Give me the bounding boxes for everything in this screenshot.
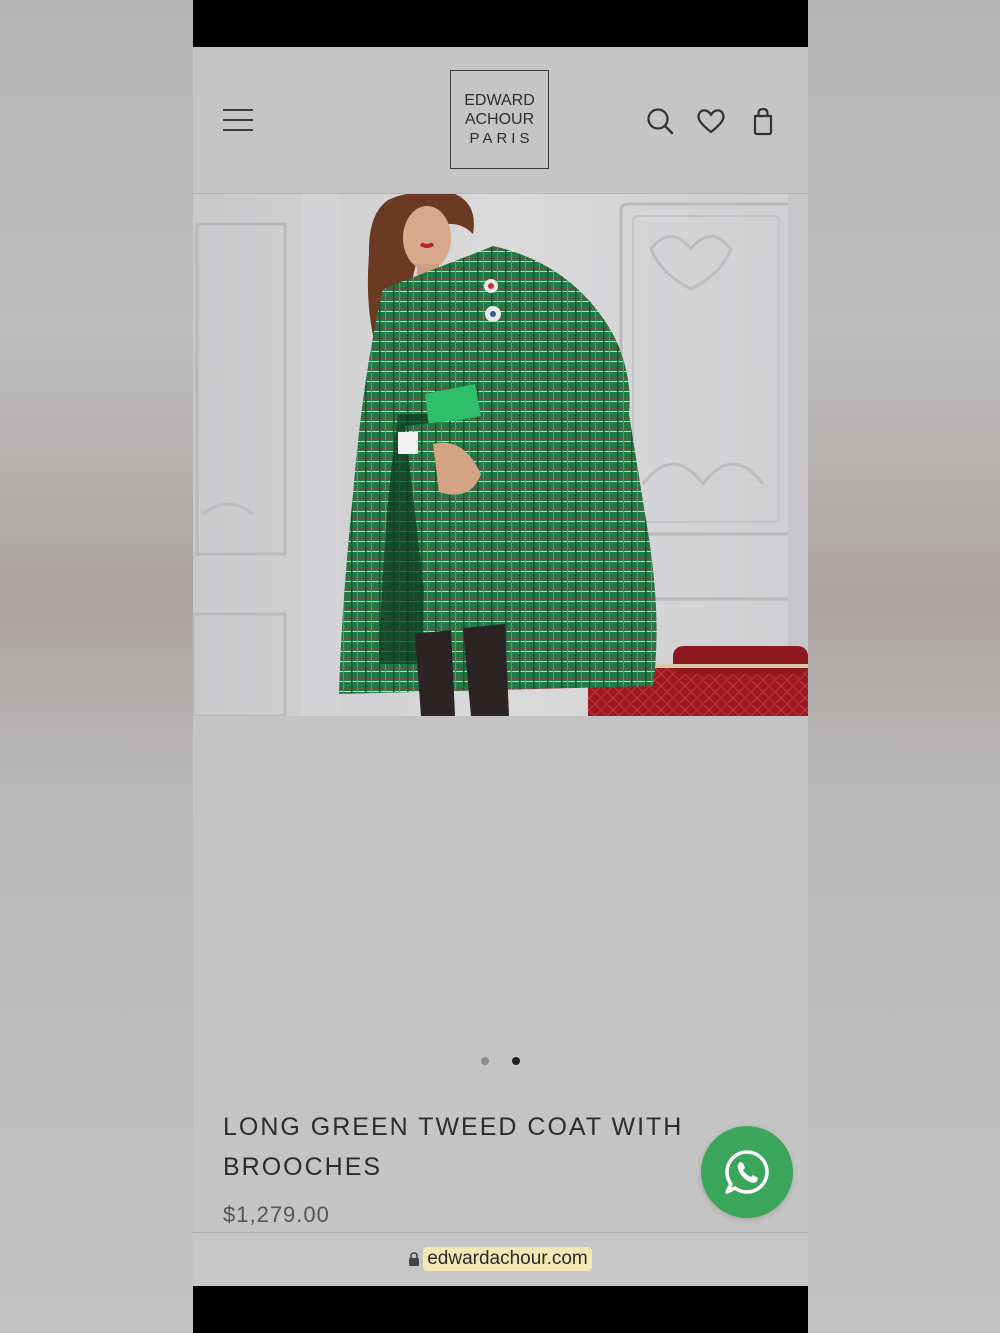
logo-line-3: PARIS	[469, 130, 534, 147]
whatsapp-icon	[725, 1150, 769, 1194]
site-header: EDWARD ACHOUR PARIS	[193, 47, 808, 194]
left-backdrop	[0, 0, 193, 1333]
right-backdrop	[807, 0, 1000, 1333]
carousel-dots	[193, 1057, 808, 1067]
logo-line-1: EDWARD	[464, 92, 535, 109]
menu-icon[interactable]	[221, 107, 255, 133]
url-text[interactable]: edwardachour.com	[423, 1247, 592, 1271]
phone-frame: EDWARD ACHOUR PARIS LONG GREEN TWEED COA…	[193, 0, 808, 1333]
whatsapp-button[interactable]	[701, 1126, 793, 1218]
logo-line-2: ACHOUR	[464, 111, 535, 128]
search-icon[interactable]	[644, 105, 676, 137]
product-price: $1,279.00	[223, 1202, 330, 1227]
brand-logo[interactable]: EDWARD ACHOUR PARIS	[450, 70, 549, 169]
bag-icon[interactable]	[747, 105, 779, 137]
lock-icon	[409, 1252, 420, 1266]
heart-icon[interactable]	[695, 105, 727, 137]
screen: EDWARD ACHOUR PARIS LONG GREEN TWEED COA…	[193, 47, 808, 1286]
product-image[interactable]	[193, 194, 808, 716]
browser-url-bar[interactable]: edwardachour.com	[193, 1232, 808, 1286]
carousel-dot-2[interactable]	[512, 1057, 520, 1065]
product-title: LONG GREEN TWEED COAT WITH BROOCHES	[223, 1113, 684, 1181]
carousel-dot-1[interactable]	[481, 1057, 489, 1065]
